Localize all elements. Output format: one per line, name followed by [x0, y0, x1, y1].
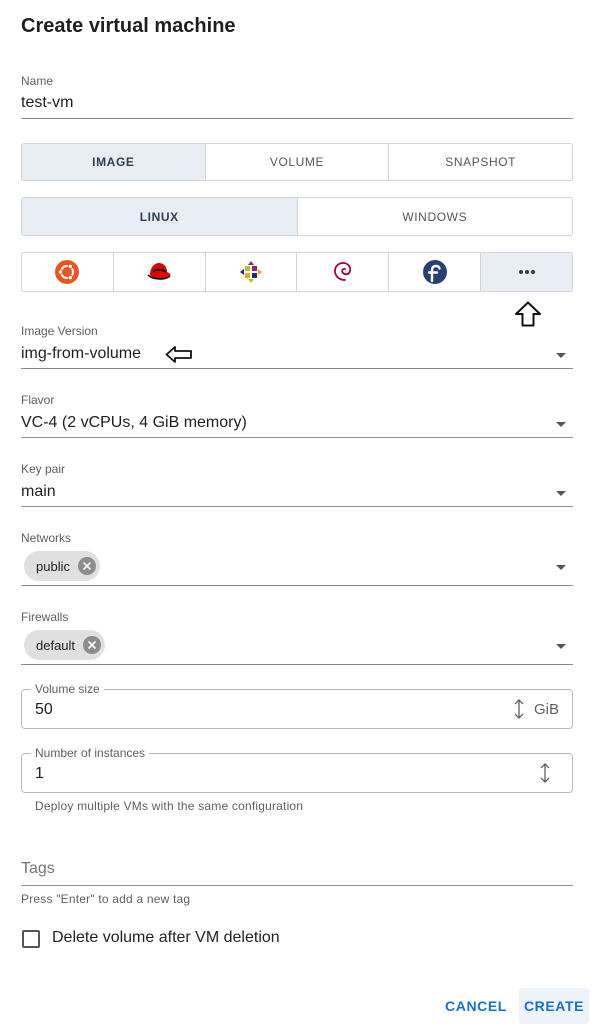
image-version-label: Image Version [21, 324, 98, 338]
delete-volume-label: Delete volume after VM deletion [52, 929, 280, 946]
image-version-underline [21, 368, 573, 369]
chip-remove-icon[interactable] [77, 557, 96, 575]
flavor-dropdown-icon[interactable] [556, 422, 566, 427]
redhat-option[interactable] [112, 253, 205, 291]
more-options-icon [518, 270, 535, 274]
redhat-icon [147, 263, 171, 280]
firewalls-label: Firewalls [21, 610, 69, 624]
flavor-label: Flavor [21, 393, 55, 407]
ubuntu-option[interactable] [22, 253, 113, 291]
debian-icon [333, 262, 351, 281]
flavor-select[interactable]: VC-4 (2 vCPUs, 4 GiB memory) [21, 413, 247, 433]
tab-snapshot[interactable]: SNAPSHOT [388, 144, 572, 180]
networks-underline [21, 585, 573, 586]
centos-icon [240, 261, 263, 283]
fedora-icon [422, 260, 447, 284]
delete-volume-checkbox[interactable] [22, 930, 40, 948]
chip-remove-icon[interactable] [83, 636, 102, 654]
volume-size-input[interactable]: 50 [35, 700, 53, 720]
key-pair-label: Key pair [21, 462, 66, 476]
firewalls-underline [21, 664, 573, 665]
tab-image[interactable]: IMAGE [22, 144, 205, 180]
name-underline [21, 118, 573, 119]
volume-size-stepper-icon[interactable] [513, 698, 525, 720]
volume-size-field[interactable] [21, 689, 573, 729]
flavor-underline [21, 437, 573, 438]
os-tabs: LINUX WINDOWS [21, 197, 573, 236]
firewalls-dropdown-icon[interactable] [556, 644, 566, 649]
image-version-select[interactable]: img-from-volume [21, 344, 141, 364]
image-version-dropdown-icon[interactable] [556, 353, 566, 358]
fedora-option[interactable] [388, 253, 480, 291]
tags-helper: Press "Enter" to add a new tag [21, 892, 191, 906]
tab-volume[interactable]: VOLUME [204, 144, 389, 180]
create-button[interactable]: CREATE [519, 988, 589, 1024]
distro-selector [21, 252, 573, 292]
key-pair-underline [21, 506, 573, 507]
key-pair-select[interactable]: main [21, 482, 56, 502]
dialog-title: Create virtual machine [21, 15, 236, 37]
networks-dropdown-icon[interactable] [556, 565, 566, 570]
name-label: Name [21, 74, 54, 88]
firewall-chip[interactable]: default [24, 630, 106, 660]
tags-underline [21, 885, 573, 886]
key-pair-dropdown-icon[interactable] [556, 491, 566, 496]
volume-size-label: Volume size [31, 682, 104, 696]
name-input[interactable]: test-vm [21, 93, 73, 113]
instances-helper: Deploy multiple VMs with the same config… [35, 799, 304, 813]
tags-input[interactable]: Tags [21, 860, 55, 878]
network-chip-label: public [36, 558, 70, 574]
network-chip[interactable]: public [24, 551, 100, 581]
instances-stepper-icon[interactable] [539, 762, 551, 784]
instances-input[interactable]: 1 [35, 764, 44, 784]
volume-size-unit: GiB [534, 701, 560, 718]
more-option[interactable] [480, 253, 572, 291]
cancel-button[interactable]: CANCEL [441, 988, 511, 1024]
source-tabs: IMAGE VOLUME SNAPSHOT [21, 143, 573, 181]
networks-label: Networks [21, 531, 72, 545]
tab-windows[interactable]: WINDOWS [296, 198, 573, 235]
firewall-chip-label: default [36, 637, 76, 653]
left-arrow-annotation-icon [165, 346, 192, 363]
instances-label: Number of instances [31, 746, 150, 760]
ubuntu-icon [55, 260, 80, 284]
up-arrow-annotation-icon [515, 301, 541, 327]
centos-option[interactable] [204, 253, 297, 291]
debian-option[interactable] [296, 253, 388, 291]
tab-linux[interactable]: LINUX [22, 198, 297, 235]
